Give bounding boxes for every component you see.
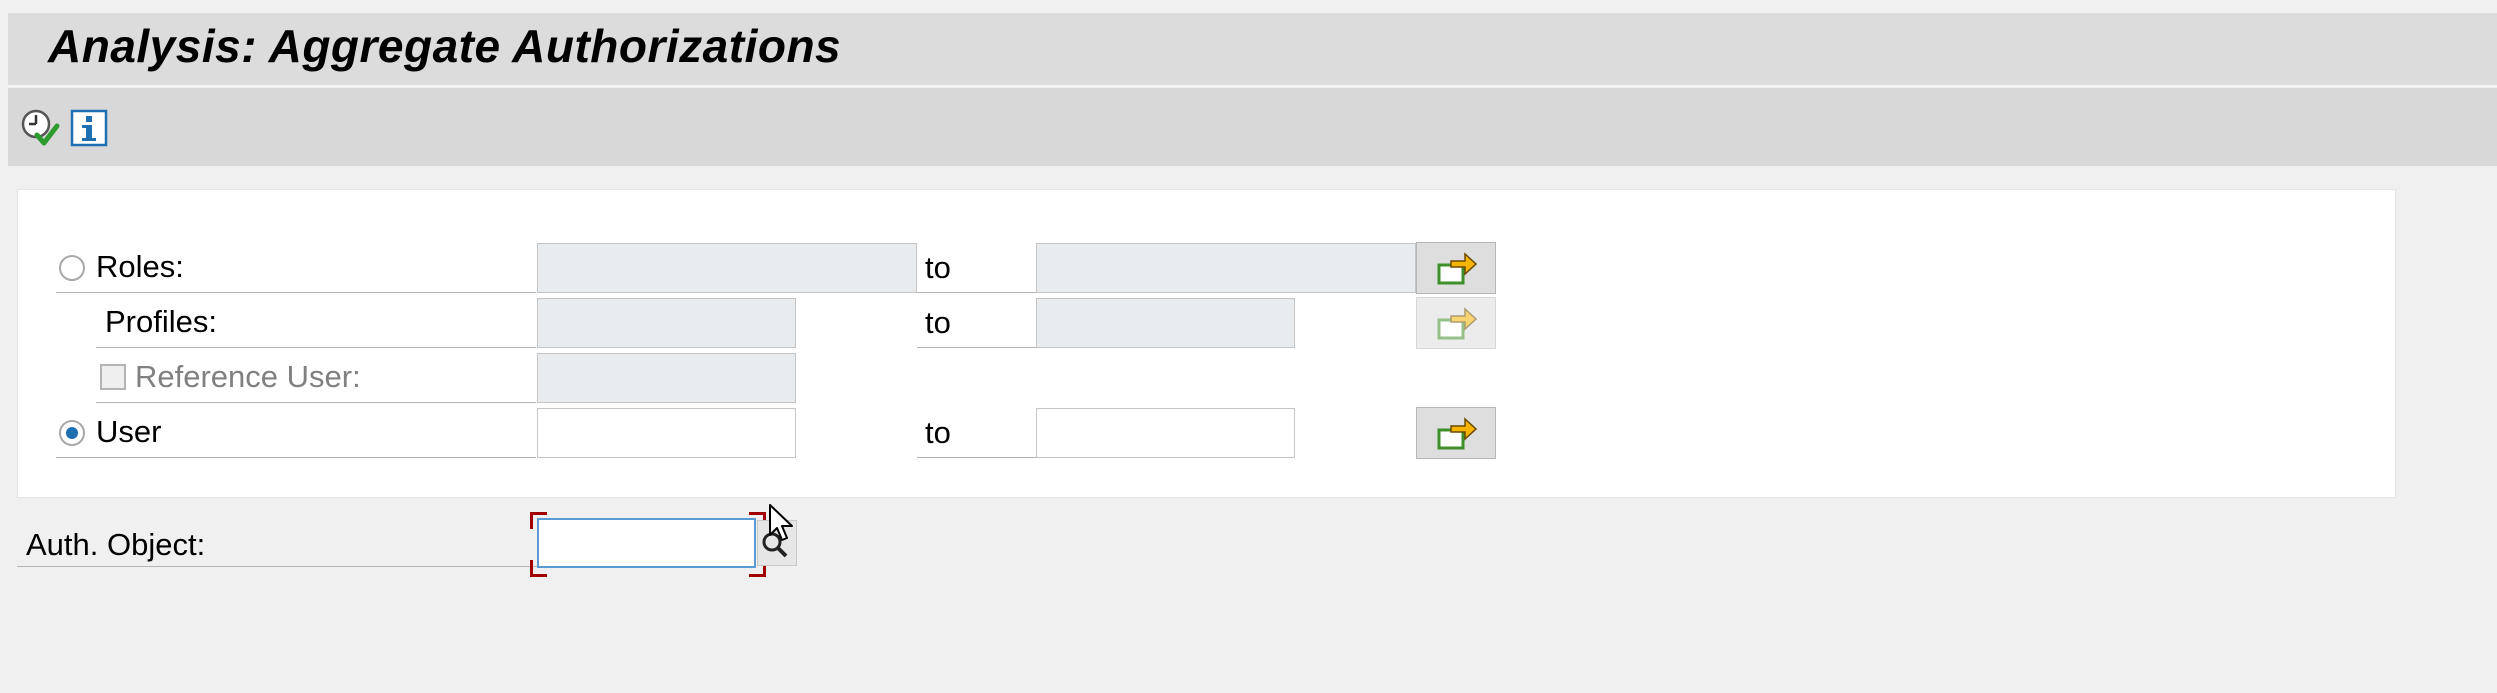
user-from-input[interactable] (537, 408, 796, 458)
user-to-input[interactable] (1036, 408, 1295, 458)
focus-bracket (530, 512, 547, 529)
title-bar: Analysis: Aggregate Authorizations (8, 13, 2497, 87)
user-radio[interactable] (59, 420, 85, 446)
focus-bracket (530, 560, 547, 577)
reference-user-input[interactable] (537, 353, 796, 403)
profiles-to-input[interactable] (1036, 298, 1295, 348)
roles-from-input[interactable] (537, 243, 917, 293)
page-title: Analysis: Aggregate Authorizations (48, 20, 842, 72)
profiles-label: Profiles: (105, 304, 217, 339)
profiles-from-input[interactable] (537, 298, 796, 348)
roles-underline (56, 292, 536, 293)
info-button[interactable] (69, 108, 109, 148)
user-to-label: to (925, 415, 951, 450)
roles-to-underline (917, 292, 1036, 293)
profiles-multiple-selection-button (1416, 297, 1496, 349)
multiple-selection-icon (1437, 252, 1478, 285)
execute-button[interactable] (20, 108, 60, 148)
multiple-selection-icon (1437, 307, 1478, 340)
roles-radio[interactable] (59, 255, 85, 281)
user-to-underline (917, 457, 1036, 458)
multiple-selection-icon (1437, 417, 1478, 450)
roles-to-input[interactable] (1036, 243, 1416, 293)
application-toolbar (8, 88, 2497, 166)
reference-user-checkbox[interactable] (100, 364, 126, 390)
profiles-to-label: to (925, 305, 951, 340)
reference-user-label: Reference User: (135, 359, 361, 394)
roles-multiple-selection-button[interactable] (1416, 242, 1496, 294)
mouse-cursor-icon (769, 504, 793, 541)
auth-object-input[interactable] (537, 518, 756, 568)
info-icon (70, 109, 108, 147)
roles-to-label: to (925, 250, 951, 285)
clock-check-icon (21, 109, 60, 146)
user-multiple-selection-button[interactable] (1416, 407, 1496, 459)
auth-object-label: Auth. Object: (26, 527, 206, 562)
roles-label: Roles: (96, 249, 184, 284)
auth-object-underline (17, 566, 537, 567)
profiles-to-underline (917, 347, 1036, 348)
user-underline (56, 457, 536, 458)
reference-user-underline (96, 402, 536, 403)
user-label: User (96, 414, 162, 449)
profiles-underline (96, 347, 536, 348)
